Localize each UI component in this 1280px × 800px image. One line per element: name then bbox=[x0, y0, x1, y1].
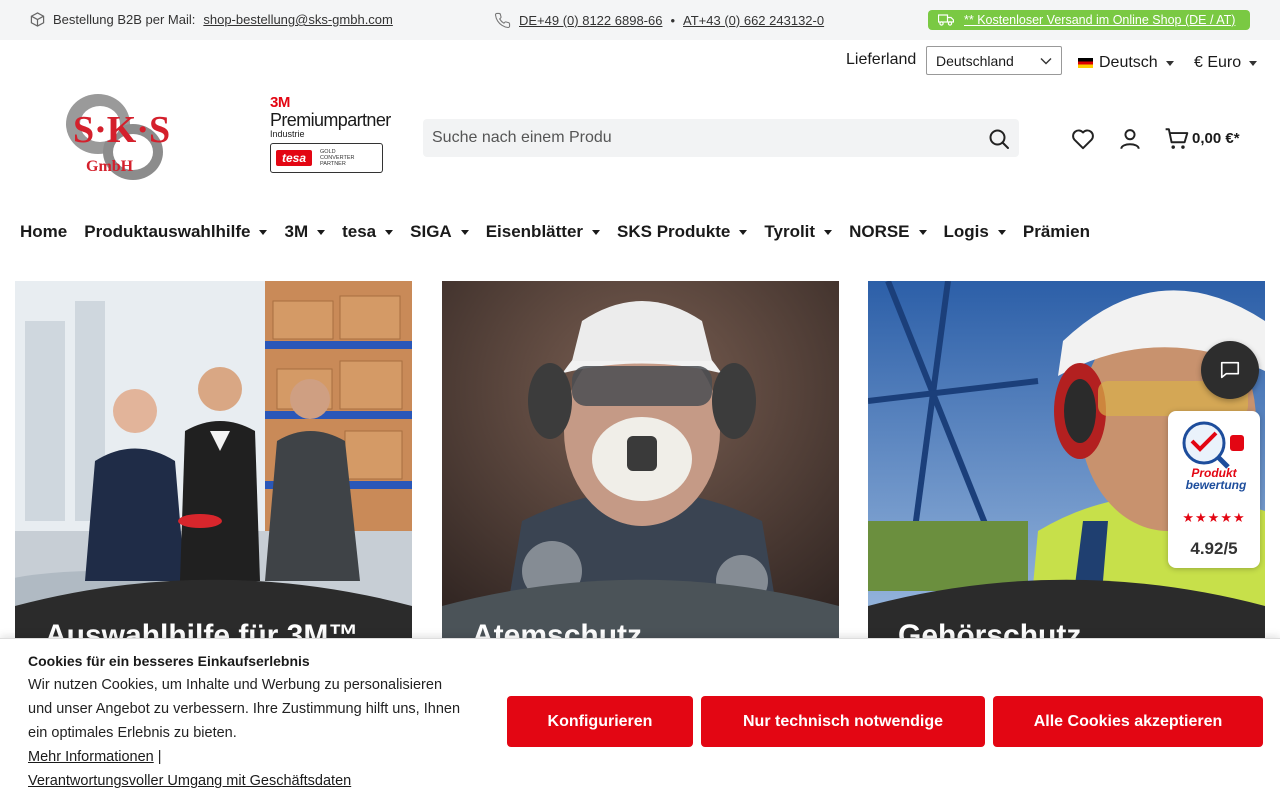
truck-icon bbox=[938, 14, 954, 26]
german-flag-icon bbox=[1078, 58, 1093, 68]
premiumpartner-text: Premiumpartner bbox=[270, 110, 391, 130]
phone-separator: • bbox=[670, 13, 676, 28]
phone-de-link[interactable]: DE+49 (0) 8122 6898-66 bbox=[519, 13, 662, 28]
cart-total[interactable]: 0,00 €* bbox=[1192, 130, 1240, 147]
top-info-bar: Bestellung B2B per Mail: shop-bestellung… bbox=[0, 0, 1280, 40]
rating-stars-icon: ★★★★★ bbox=[1182, 510, 1246, 525]
tile-atemschutz[interactable]: Atemschutz bbox=[442, 281, 839, 641]
wishlist-heart-icon[interactable] bbox=[1070, 126, 1096, 152]
phone-info: DE+49 (0) 8122 6898-66 • AT+43 (0) 662 2… bbox=[494, 12, 824, 29]
nav-item-tesa[interactable]: tesa bbox=[342, 222, 394, 242]
caret-down-icon bbox=[259, 229, 268, 235]
rating-badge-icon: Produkt bewertung bbox=[1182, 421, 1247, 492]
nav-item-logis[interactable]: Logis bbox=[944, 222, 1006, 242]
order-label: Bestellung B2B per Mail: bbox=[53, 12, 196, 27]
cookie-text: Wir nutzen Cookies, um Inhalte und Werbu… bbox=[28, 677, 461, 741]
nav-item-sks-produkte[interactable]: SKS Produkte bbox=[617, 222, 748, 242]
more-info-link[interactable]: Mehr Informationen bbox=[28, 749, 154, 765]
sks-logo[interactable]: S·K·S GmbH bbox=[55, 90, 185, 186]
partner-logos: 3M Premiumpartner Industrie tesa GOLD CO… bbox=[270, 94, 391, 173]
nav-item-label: SKS Produkte bbox=[617, 222, 731, 241]
caret-down-icon bbox=[824, 229, 833, 235]
cookie-banner: Cookies für ein besseres Einkaufserlebni… bbox=[0, 638, 1280, 800]
tile-auswahlhilfe[interactable]: Auswahlhilfe für 3M™ bbox=[15, 281, 412, 641]
caret-down-icon bbox=[739, 229, 748, 235]
nav-item-prämien[interactable]: Prämien bbox=[1023, 222, 1090, 242]
search-icon[interactable] bbox=[987, 127, 1011, 151]
nav-item-label: 3M bbox=[284, 222, 309, 241]
configure-button[interactable]: Konfigurieren bbox=[507, 696, 693, 747]
caret-down-icon bbox=[1249, 60, 1258, 66]
cart-icon[interactable] bbox=[1164, 126, 1190, 152]
accept-all-button[interactable]: Alle Cookies akzeptieren bbox=[993, 696, 1263, 747]
nav-item-label: tesa bbox=[342, 222, 377, 241]
box-icon bbox=[30, 12, 45, 27]
chat-bubble-icon bbox=[1220, 361, 1240, 379]
necessary-only-button[interactable]: Nur technisch notwendige bbox=[701, 696, 985, 747]
logo-subtext: GmbH bbox=[86, 158, 134, 175]
nav-item-label: Home bbox=[20, 222, 68, 241]
industrie-text: Industrie bbox=[270, 129, 305, 139]
caret-down-icon bbox=[592, 229, 601, 235]
nav-item-label: Tyrolit bbox=[764, 222, 816, 241]
currency-switcher[interactable]: € Euro bbox=[1194, 54, 1258, 72]
caret-down-icon bbox=[460, 229, 469, 235]
link-separator: | bbox=[157, 749, 162, 765]
nav-item-label: Logis bbox=[943, 222, 989, 241]
language-label: Deutsch bbox=[1099, 54, 1158, 71]
search-input[interactable] bbox=[423, 119, 963, 157]
cookie-links: Mehr Informationen | Verantwortungsvolle… bbox=[28, 745, 351, 793]
country-label: Lieferland bbox=[846, 51, 917, 68]
nav-item-tyrolit[interactable]: Tyrolit bbox=[764, 222, 833, 242]
caret-down-icon bbox=[997, 229, 1006, 235]
business-data-link[interactable]: Verantwortungsvoller Umgang mit Geschäft… bbox=[28, 773, 351, 789]
cookie-title: Cookies für ein besseres Einkaufserlebni… bbox=[28, 653, 310, 669]
currency-label: € Euro bbox=[1194, 54, 1242, 71]
3m-logo: 3M bbox=[270, 94, 290, 111]
badge-partner: PARTNER bbox=[320, 161, 346, 167]
nav-item-label: SIGA bbox=[410, 222, 452, 241]
chat-button[interactable] bbox=[1201, 341, 1259, 399]
nav-item-label: Produktauswahlhilfe bbox=[84, 222, 251, 241]
nav-item-norse[interactable]: NORSE bbox=[849, 222, 927, 242]
main-navigation: Home Produktauswahlhilfe 3M tesa SIGA Eisenbl… bbox=[20, 222, 1107, 242]
product-rating-widget[interactable]: Produkt bewertung ★★★★★ 4.92/5 bbox=[1168, 411, 1260, 568]
phone-icon bbox=[494, 12, 511, 29]
tesa-partner-badge: tesa GOLD CONVERTER PARTNER bbox=[270, 143, 383, 173]
caret-down-icon bbox=[317, 229, 326, 235]
nav-item-eisenblätter[interactable]: Eisenblätter bbox=[485, 222, 601, 242]
free-shipping-link[interactable]: ** Kostenloser Versand im Online Shop (D… bbox=[964, 13, 1235, 27]
phone-at-link[interactable]: AT+43 (0) 662 243132-0 bbox=[683, 13, 824, 28]
free-shipping-badge[interactable]: ** Kostenloser Versand im Online Shop (D… bbox=[928, 10, 1250, 30]
nav-item-produktauswahlhilfe[interactable]: Produktauswahlhilfe bbox=[84, 222, 268, 242]
nav-item-label: NORSE bbox=[849, 222, 910, 241]
badge-line2: bewertung bbox=[1186, 478, 1247, 492]
nav-item-label: Eisenblätter bbox=[485, 222, 584, 241]
caret-down-icon bbox=[918, 229, 927, 235]
search-bar bbox=[423, 119, 1019, 157]
order-email-link[interactable]: shop-bestellung@sks-gmbh.com bbox=[203, 12, 393, 27]
nav-item-label: Prämien bbox=[1022, 222, 1090, 241]
caret-down-icon bbox=[1165, 60, 1174, 66]
tesa-logo: tesa bbox=[276, 150, 313, 166]
country-select[interactable]: Deutschland bbox=[926, 46, 1062, 75]
rating-score: 4.92/5 bbox=[1190, 539, 1238, 558]
nav-item-siga[interactable]: SIGA bbox=[410, 222, 469, 242]
logo-text: S·K·S bbox=[73, 109, 170, 151]
order-info: Bestellung B2B per Mail: shop-bestellung… bbox=[30, 12, 393, 27]
language-switcher[interactable]: Deutsch bbox=[1078, 54, 1174, 72]
account-user-icon[interactable] bbox=[1117, 126, 1143, 152]
nav-item-home[interactable]: Home bbox=[20, 222, 67, 242]
chevron-down-icon bbox=[1040, 57, 1052, 64]
country-value: Deutschland bbox=[936, 52, 1014, 69]
nav-item-3m[interactable]: 3M bbox=[284, 222, 326, 242]
caret-down-icon bbox=[385, 229, 394, 235]
